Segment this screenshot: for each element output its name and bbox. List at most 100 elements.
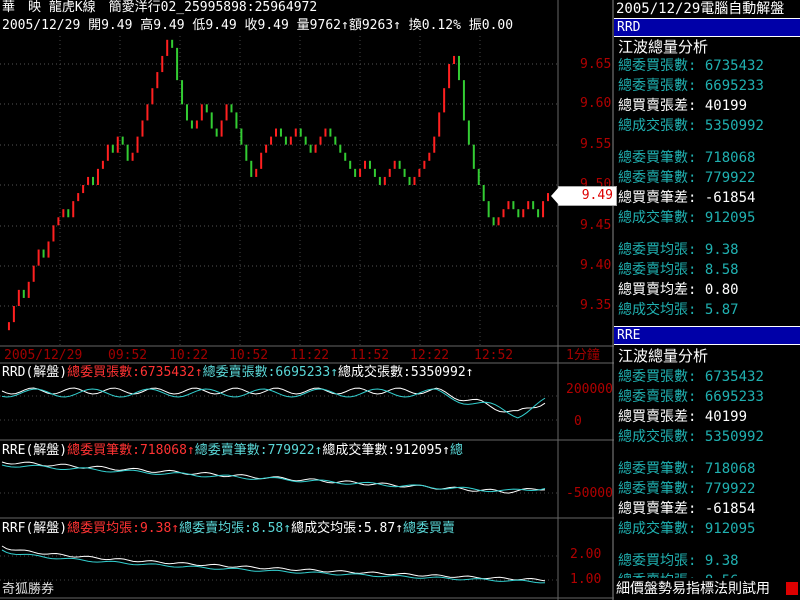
time-tick: 11:22 [290,348,330,363]
stat-label: 總委賣筆數: [618,170,697,186]
section-tab-rre[interactable]: RRE [614,326,800,345]
candle [542,201,545,218]
candle [195,120,198,129]
rre-item1: 總委買筆數:718068↑ [67,443,195,458]
candle [156,72,159,89]
stat-label: 總成交筆數: [618,521,697,537]
candle [77,193,80,202]
candle [57,217,60,226]
candle [87,176,90,185]
stat-row: 總成交筆數: 912095 [618,209,755,227]
candle [354,168,357,177]
rrf-item1: 總委買均張:9.38↑ [67,521,180,536]
app-brand: 奇狐勝券 [2,582,55,597]
stat-row: 總成交筆數: 912095 [618,520,755,538]
stat-value: 8.58 [696,262,739,278]
candle [324,128,327,137]
candle [388,168,391,177]
section-tab-rrd[interactable]: RRD [614,18,800,37]
stat-row: 總成交張數: 5350992 [618,117,764,135]
candle [200,104,203,121]
candle [176,47,179,81]
candle [284,136,287,145]
candle [492,217,495,226]
stat-label: 總買賣筆差: [618,190,697,206]
candle [339,144,342,153]
rrd-line-cyan [1,388,546,419]
quote-low: 低9.49 [192,18,237,33]
candle [304,136,307,145]
stat-value: 9.38 [696,242,739,258]
time-tick: 12:22 [410,348,450,363]
candle [423,160,426,169]
quote-line: 2005/12/29 開9.49 高9.49 低9.49 收9.49 量9762… [2,18,513,34]
rrf-panel-header[interactable]: RRF(解盤)總委買均張:9.38↑總委賣均張:8.58↑總成交均張:5.87↑… [2,521,455,537]
stat-label: 總委買筆數: [618,150,697,166]
candle [22,289,25,298]
rrf-item3: 總成交均張:5.87↑ [291,521,404,536]
candle [512,201,515,210]
quote-date: 2005/12/29 [2,18,81,33]
candle [67,209,70,218]
stat-value: 6695233 [696,389,764,405]
price-tick: 9.45 [580,218,612,233]
stat-label: 總委賣張數: [618,389,697,405]
stat-row: 總委買均張: 9.38 [618,241,739,259]
candle [522,209,525,218]
candle [12,306,15,323]
candle [433,136,436,153]
candle [359,168,362,177]
stat-label: 總買賣均差: [618,282,697,298]
stat-row: 總委買筆數: 718068 [618,149,755,167]
period-selector[interactable]: 1分鐘 [566,349,600,363]
candle [428,152,431,161]
candle [240,128,243,145]
candle [477,168,480,185]
stat-row: 總委賣張數: 6695233 [618,77,764,95]
stat-row: 總成交均張: 5.87 [618,301,739,319]
marquee-text: 細價盤勢易指標法則試用 [616,581,770,597]
stat-row: 總買賣張差: 40199 [618,408,747,426]
candle [438,112,441,137]
candle [418,168,421,177]
stat-value: -61854 [696,190,756,206]
rre-panel-header[interactable]: RRE(解盤)總委買筆數:718068↑總委賣筆數:779922↑總成交筆數:9… [2,443,463,459]
stat-label: 總買賣筆差: [618,501,697,517]
candle [398,160,401,169]
rrf-line-white [1,545,546,582]
stat-label: 總委賣筆數: [618,481,697,497]
rrf-axis-tick: 2.00 [570,547,602,562]
stat-label: 總買賣張差: [618,98,697,114]
time-tick: 12:52 [474,348,514,363]
close-icon[interactable] [786,582,798,595]
stat-row: 總委賣筆數: 779922 [618,169,755,187]
candle [403,168,406,177]
quote-volume: 量9762↑ [296,18,349,33]
candle [275,128,277,137]
candle [265,144,268,153]
candle [82,185,85,194]
stat-value: 6695233 [696,78,764,94]
candle [472,144,475,169]
quote-amount: 額9263↑ [348,18,401,33]
stat-row: 總委賣均張: 8.58 [618,261,739,279]
candle [126,144,129,161]
section-title: RRD [617,20,641,35]
candle [453,55,456,64]
candle [92,176,95,185]
stat-value: 779922 [696,170,756,186]
candle [497,217,500,226]
candle [462,80,465,121]
stat-value: 912095 [696,210,756,226]
candle [111,144,114,153]
candle [225,104,228,121]
candle [146,104,149,121]
stat-row: 總委賣筆數: 779922 [618,480,755,498]
price-tick: 9.55 [580,137,612,152]
candle [151,88,154,105]
rrd-panel-header[interactable]: RRD(解盤)總委買張數:6735432↑總委賣張數:6695233↑總成交張數… [2,365,474,381]
candle [235,112,238,129]
candle [190,120,193,129]
rre-item3: 總成交筆數:912095↑ [322,443,451,458]
candle [101,160,104,169]
